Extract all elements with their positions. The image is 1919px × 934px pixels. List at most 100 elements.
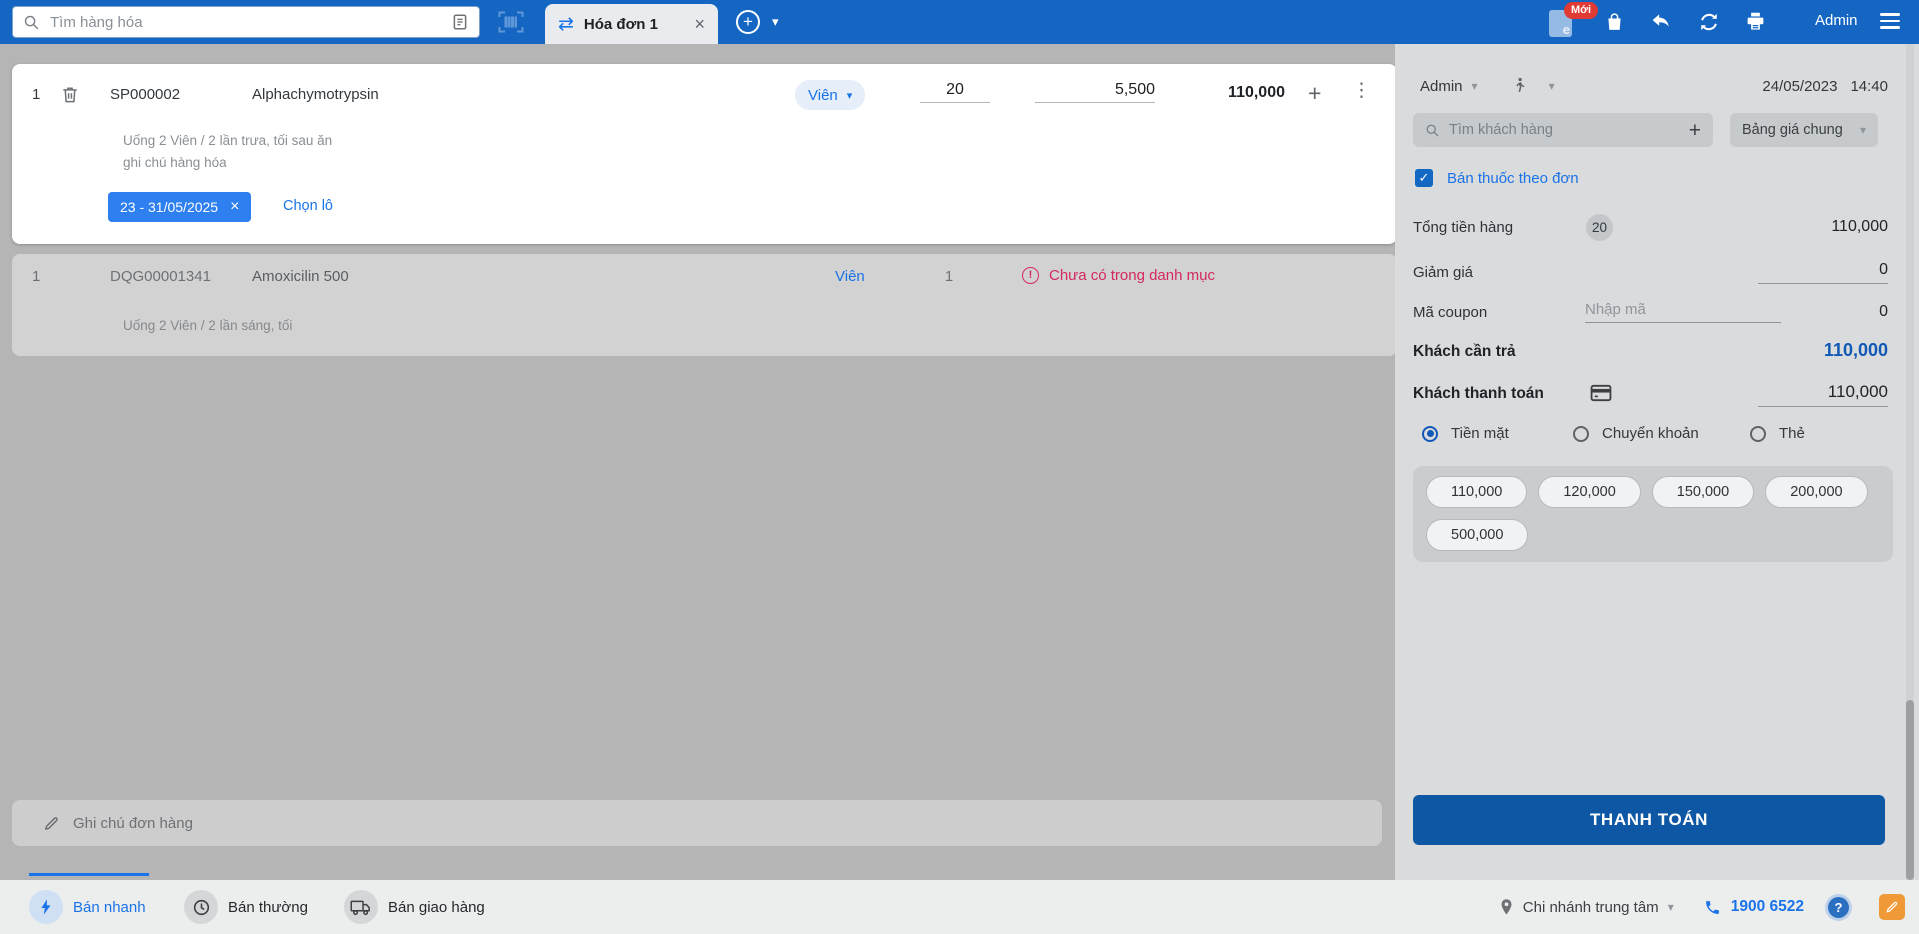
chevron-down-icon: ▾ — [1667, 900, 1674, 914]
chevron-down-icon[interactable]: ▾ — [1549, 79, 1555, 93]
new-tab-caret-icon[interactable]: ▾ — [772, 14, 779, 30]
product-code: DQG00001341 — [110, 268, 211, 285]
sale-date: 24/05/2023 — [1762, 77, 1838, 95]
mode-label: Bán giao hàng — [388, 898, 485, 916]
quick-cash-chip[interactable]: 150,000 — [1651, 476, 1755, 508]
pay-button[interactable]: THANH TOÁN — [1413, 795, 1885, 845]
walk-in-customer-icon[interactable] — [1512, 77, 1527, 95]
row-more-icon[interactable]: ⋮ — [1352, 80, 1371, 102]
active-mode-indicator — [29, 873, 149, 876]
product-search-placeholder: Tìm hàng hóa — [50, 13, 143, 31]
admin-menu[interactable]: Admin — [1815, 12, 1858, 29]
product-list-icon[interactable] — [451, 13, 469, 31]
tab-close-icon[interactable]: × — [694, 15, 705, 33]
subtotal-value: 110,000 — [1831, 218, 1888, 235]
print-icon[interactable] — [1745, 11, 1766, 32]
batch-label: 23 - 31/05/2025 — [120, 199, 219, 215]
bottombar-right: Chi nhánh trung tâm ▾ 1900 6522 ? — [1499, 880, 1905, 934]
method-cash[interactable]: Tiền mặt — [1422, 425, 1509, 442]
quick-cash-panel: 110,000 120,000 150,000 200,000 500,000 — [1413, 466, 1893, 562]
order-note-placeholder: Ghi chú đơn hàng — [73, 814, 193, 832]
quick-cash-chip[interactable]: 500,000 — [1426, 519, 1529, 551]
mode-normal-sale[interactable]: Bán thường — [184, 880, 308, 934]
product-name: Amoxicilin 500 — [252, 268, 349, 285]
add-line-icon[interactable]: + — [1308, 82, 1321, 105]
mode-delivery-sale[interactable]: Bán giao hàng — [344, 880, 485, 934]
search-icon — [23, 14, 40, 31]
usage-note: Uống 2 Viên / 2 lần trưa, tối sau ăn — [123, 133, 333, 148]
warning-text: Chưa có trong danh mục — [1049, 267, 1215, 284]
row-index: 1 — [32, 268, 41, 285]
topbar: Tìm hàng hóa ⇄ Hóa đơn 1 × + ▾ e Mới Adm… — [0, 0, 1919, 44]
product-name: Alphachymotrypsin — [252, 86, 379, 103]
quick-cash-chip[interactable]: 110,000 — [1426, 476, 1528, 508]
due-value: 110,000 — [1823, 340, 1888, 360]
sync-icon[interactable] — [1698, 11, 1720, 33]
choose-batch-link[interactable]: Chọn lô — [283, 198, 333, 214]
price-list-dropdown[interactable]: Bảng giá chung ▾ — [1730, 113, 1878, 147]
product-search-input[interactable]: Tìm hàng hóa — [12, 6, 480, 38]
prescription-label: Bán thuốc theo đơn — [1447, 169, 1579, 187]
coupon-input[interactable]: Nhập mã — [1585, 301, 1781, 323]
unit-value: Viên — [808, 86, 838, 104]
lightning-icon — [29, 890, 63, 924]
chevron-down-icon: ▾ — [1471, 79, 1478, 93]
delete-row-icon[interactable] — [60, 84, 80, 105]
unit-value: Viên — [835, 268, 865, 285]
hamburger-menu-icon[interactable] — [1880, 13, 1900, 33]
tab-invoice[interactable]: ⇄ Hóa đơn 1 × — [545, 4, 718, 44]
batch-chip[interactable]: 23 - 31/05/2025 × — [108, 192, 252, 222]
method-transfer[interactable]: Chuyển khoản — [1573, 425, 1699, 442]
quick-cash-chip[interactable]: 120,000 — [1538, 476, 1641, 508]
payment-card-icon[interactable] — [1590, 384, 1612, 402]
scrollbar-thumb[interactable] — [1906, 700, 1914, 880]
swap-tab-icon[interactable]: ⇄ — [558, 15, 574, 34]
discount-input[interactable]: 0 — [1758, 261, 1888, 284]
undo-icon[interactable] — [1650, 11, 1671, 32]
customer-search-placeholder: Tìm khách hàng — [1449, 122, 1553, 138]
radio-icon — [1750, 425, 1766, 442]
coupon-row: Mã coupon Nhập mã 0 — [1413, 301, 1888, 327]
mode-quick-sale[interactable]: Bán nhanh — [29, 880, 146, 934]
due-label: Khách cần trả — [1413, 343, 1516, 360]
cart-row-1: 1 SP000002 Alphachymotrypsin Viên ▾ 20 5… — [12, 64, 1397, 244]
method-label: Thẻ — [1779, 425, 1805, 442]
quantity-input[interactable]: 20 — [920, 81, 990, 103]
batch-remove-icon[interactable]: × — [230, 199, 239, 215]
hotline[interactable]: 1900 6522 — [1704, 898, 1804, 916]
chevron-down-icon: ▾ — [846, 89, 853, 102]
barcode-scan-icon[interactable] — [497, 10, 525, 34]
customer-row: Tìm khách hàng + Bảng giá chung ▾ — [1413, 113, 1895, 147]
pos-screen: Tìm hàng hóa ⇄ Hóa đơn 1 × + ▾ e Mới Adm… — [0, 0, 1919, 934]
price-input[interactable]: 5,500 — [1035, 81, 1155, 103]
method-label: Chuyển khoản — [1602, 425, 1699, 442]
customer-search-input[interactable]: Tìm khách hàng + — [1413, 113, 1713, 147]
checkout-panel: Admin ▾ ▾ 24/05/2023 14:40 Tìm khách hàn… — [1395, 44, 1919, 880]
paid-input[interactable]: 110,000 — [1758, 382, 1888, 407]
mode-label: Bán nhanh — [73, 898, 146, 916]
total-quantity-badge: 20 — [1586, 214, 1613, 241]
branch-dropdown[interactable]: Chi nhánh trung tâm ▾ — [1499, 898, 1674, 916]
prescription-checkbox[interactable]: ✓ Bán thuốc theo đơn — [1415, 169, 1579, 187]
new-tab-button[interactable]: + — [736, 10, 760, 34]
subtotal-label: Tổng tiền hàng — [1413, 219, 1514, 236]
seller-dropdown[interactable]: Admin — [1420, 78, 1463, 95]
quick-cash-chip[interactable]: 200,000 — [1765, 476, 1868, 508]
bottombar: Bán nhanh Bán thường Bán giao hàng Chi n… — [0, 873, 1919, 934]
pencil-icon — [43, 815, 60, 832]
payment-methods: Tiền mặt Chuyển khoản Thẻ — [1413, 425, 1895, 449]
add-customer-icon[interactable]: + — [1689, 120, 1701, 141]
sale-time: 14:40 — [1850, 77, 1888, 95]
method-card[interactable]: Thẻ — [1750, 425, 1805, 442]
method-label: Tiền mặt — [1451, 425, 1509, 442]
new-feature-badge: Mới — [1564, 2, 1599, 20]
bag-icon[interactable] — [1604, 11, 1625, 33]
feedback-chat-icon[interactable] — [1879, 894, 1905, 920]
help-icon[interactable]: ? — [1825, 893, 1852, 921]
paid-label: Khách thanh toán — [1413, 385, 1544, 402]
panel-scrollbar[interactable] — [1906, 44, 1914, 880]
line-total: 110,000 — [1228, 84, 1285, 101]
tab-label: Hóa đơn 1 — [583, 15, 658, 33]
unit-dropdown[interactable]: Viên ▾ — [795, 80, 866, 110]
order-note-input[interactable]: Ghi chú đơn hàng — [12, 800, 1382, 846]
